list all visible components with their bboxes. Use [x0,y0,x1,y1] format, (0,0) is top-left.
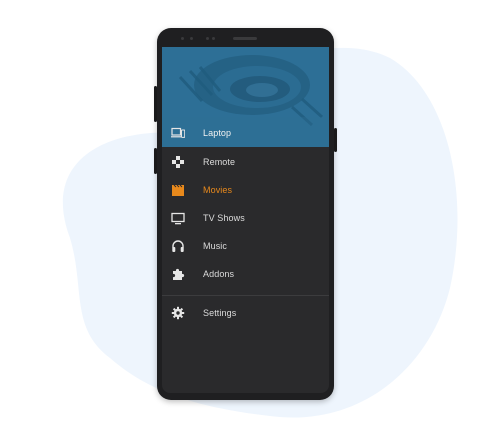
sensor-dot [212,37,215,40]
headphones-icon [170,238,186,254]
earpiece-speaker [233,37,257,40]
puzzle-icon [170,266,186,282]
gamepad-icon [170,154,186,170]
menu-item-music[interactable]: Music [162,232,329,260]
menu-item-label: Music [203,241,228,251]
bixby-button [154,148,157,174]
laptop-phone-icon [170,125,186,141]
menu-item-remote[interactable]: Remote [162,148,329,176]
menu-divider [162,295,329,296]
menu-item-addons[interactable]: Addons [162,260,329,288]
host-label: Laptop [203,128,232,138]
menu-item-label: Settings [203,308,237,318]
phone-top-bezel [157,28,334,47]
sensor-dot [190,37,193,40]
menu-item-label: Addons [203,269,235,279]
volume-button [154,86,157,122]
menu-item-label: Movies [203,185,233,195]
app-screen: Laptop Remote Movies TV Shows Music Addo… [162,47,329,393]
menu-item-label: TV Shows [203,213,245,223]
phone-frame: Laptop Remote Movies TV Shows Music Addo… [154,28,337,400]
sensor-dot [206,37,209,40]
tv-icon [170,210,186,226]
host-selector[interactable]: Laptop [162,119,329,147]
sensor-dot [181,37,184,40]
menu-item-settings[interactable]: Settings [162,299,329,327]
power-button [334,128,337,152]
drawer-header: Laptop [162,47,329,147]
menu-item-tv-shows[interactable]: TV Shows [162,204,329,232]
clapperboard-icon [170,182,186,198]
menu-item-label: Remote [203,157,236,167]
menu-item-movies[interactable]: Movies [162,176,329,204]
gear-icon [170,305,186,321]
